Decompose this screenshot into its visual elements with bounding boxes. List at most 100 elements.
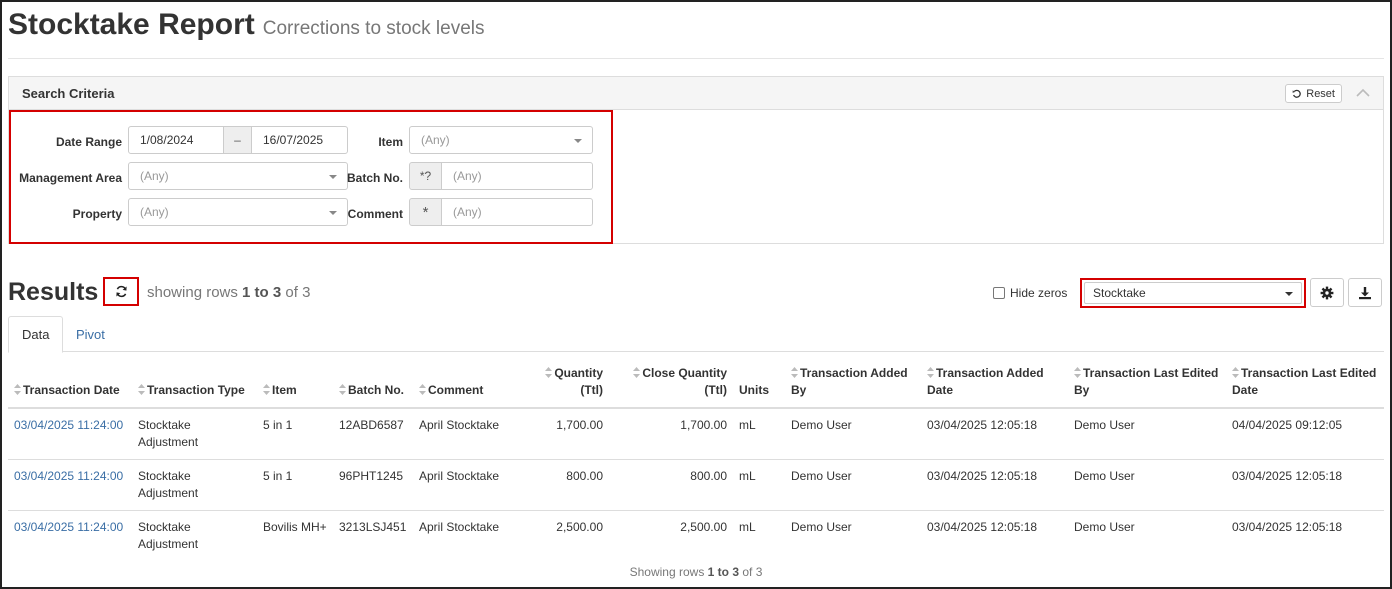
transaction-date-link[interactable]: 03/04/2025 11:24:00 [8,459,132,511]
refresh-button[interactable] [103,277,139,306]
table-cell: 800.00 [609,459,733,511]
date-to-input[interactable]: 16/07/2025 [251,126,348,154]
table-cell: 2,500.00 [556,520,603,534]
column-header[interactable]: Item [257,362,333,409]
table-cell: Demo User [1068,408,1226,460]
column-header[interactable]: Transaction Last Edited By [1068,362,1226,409]
column-header[interactable]: Transaction Added Date [921,362,1068,409]
page-subtitle: Corrections to stock levels [262,18,485,39]
table-cell: Stocktake Adjustment [132,459,257,511]
table-row: 03/04/2025 11:24:00 Stocktake Adjustment B… [8,511,1384,562]
table-cell: Stocktake Adjustment [132,408,257,460]
table-cell: Bovilis MH+ [263,520,327,534]
tab-data[interactable]: Data [8,316,64,353]
column-header[interactable]: Batch No. [333,362,413,409]
reset-button[interactable]: Reset [1285,84,1342,103]
property-value: (Any) [140,205,169,219]
table-cell: 1,700.00 [609,408,733,460]
download-button[interactable] [1348,278,1382,307]
column-header[interactable]: Units [733,362,785,409]
hide-zeros-toggle[interactable]: Hide zeros [993,286,1067,300]
batch-no-label: Batch No. [347,171,404,185]
refresh-icon [115,285,127,298]
table-cell: Stocktake Adjustment [138,520,199,551]
management-area-select[interactable]: (Any) [128,162,348,190]
transaction-date-link[interactable]: 03/04/2025 11:24:00 [8,408,132,460]
table-cell: 03/04/2025 12:05:18 [921,459,1068,511]
chevron-down-icon [329,175,337,179]
table-cell: April Stocktake [413,459,521,511]
table-cell: Demo User [1074,520,1135,534]
table-body: 03/04/2025 11:24:00 Stocktake Adjustment 5… [8,408,1384,561]
results-count: showing rows 1 to 3 of 3 [147,284,311,301]
tab-pivot[interactable]: Pivot [63,316,118,352]
column-header[interactable]: Transaction Added By [785,362,921,409]
table-row: 03/04/2025 11:24:00 Stocktake Adjustment 5… [8,408,1384,460]
hide-zeros-checkbox[interactable] [993,287,1005,299]
criteria-fields: Date Range 1/08/2024 – 16/07/2025 Item (… [9,110,613,244]
comment-input[interactable]: (Any) [441,198,593,226]
management-area-label: Management Area [19,171,122,185]
table-cell: 2,500.00 [680,520,727,534]
asterisk-icon: * [409,198,442,226]
results-table: Transaction Date Transaction Type Item Batc… [8,362,1384,561]
report-select[interactable]: Stocktake [1084,282,1302,304]
table-footer: Showing rows 1 to 3 of 3 [629,565,763,579]
search-criteria-title: Search Criteria [22,86,115,101]
chevron-down-icon [1285,292,1293,296]
column-header[interactable]: Transaction Date [8,362,132,409]
undo-icon [1292,89,1302,98]
table-cell: mL [733,408,785,460]
batch-no-input[interactable]: (Any) [441,162,593,190]
table-cell: April Stocktake [413,408,521,460]
table-cell: 5 in 1 [257,459,333,511]
chevron-down-icon [574,139,582,143]
column-header[interactable]: Transaction Type [132,362,257,409]
report-select-value: Stocktake [1093,286,1146,300]
header-divider [8,58,1384,59]
report-select-highlight: Stocktake [1080,278,1306,308]
hide-zeros-label: Hide zeros [1010,286,1068,300]
transaction-date-link[interactable]: 03/04/2025 11:24:00 [8,511,132,562]
table-cell: 3213LSJ451 [339,520,407,534]
property-label: Property [72,207,122,221]
item-select[interactable]: (Any) [409,126,593,154]
date-range-separator: – [223,126,252,154]
table-cell: 800.00 [521,459,609,511]
search-criteria-panel: Search Criteria Reset Date Range 1/08/20… [8,76,1384,244]
table-cell: 03/04/2025 12:05:18 [1226,459,1384,511]
page-header: Stocktake Report Corrections to stock le… [8,8,485,42]
date-range-label: Date Range [55,135,122,149]
item-label: Item [378,135,403,149]
table-row: 03/04/2025 11:24:00 Stocktake Adjustment 5… [8,459,1384,511]
search-criteria-header: Search Criteria Reset [9,77,1383,110]
table-cell: mL [733,459,785,511]
table-cell: Demo User [1068,459,1226,511]
results-tabs: Data Pivot [8,316,1384,353]
table-header-row: Transaction Date Transaction Type Item Batc… [8,362,1384,409]
table-cell: 5 in 1 [257,408,333,460]
column-header[interactable]: Close Quantity (Ttl) [609,362,733,409]
table-cell: Demo User [785,408,921,460]
gear-icon [1320,286,1334,299]
property-select[interactable]: (Any) [128,198,348,226]
comment-label: Comment [347,207,403,221]
table-cell: mL [739,520,756,534]
table-cell: 03/04/2025 12:05:18 [927,520,1038,534]
table-cell: April Stocktake [419,520,500,534]
chevron-up-icon[interactable] [1355,85,1371,101]
settings-button[interactable] [1310,278,1344,307]
table-cell: 03/04/2025 12:05:18 [921,408,1068,460]
table-cell: 03/04/2025 12:05:18 [1232,520,1343,534]
column-header[interactable]: Transaction Last Edited Date [1226,362,1384,409]
chevron-down-icon [329,211,337,215]
date-from-input[interactable]: 1/08/2024 [128,126,224,154]
table-cell: Demo User [785,459,921,511]
column-header[interactable]: Quantity (Ttl) [521,362,609,409]
management-area-value: (Any) [140,169,169,183]
table-cell: Demo User [791,520,852,534]
table-cell: 96PHT1245 [333,459,413,511]
wildcard-icon: *? [409,162,442,190]
column-header[interactable]: Comment [413,362,521,409]
table-cell: 1,700.00 [521,408,609,460]
